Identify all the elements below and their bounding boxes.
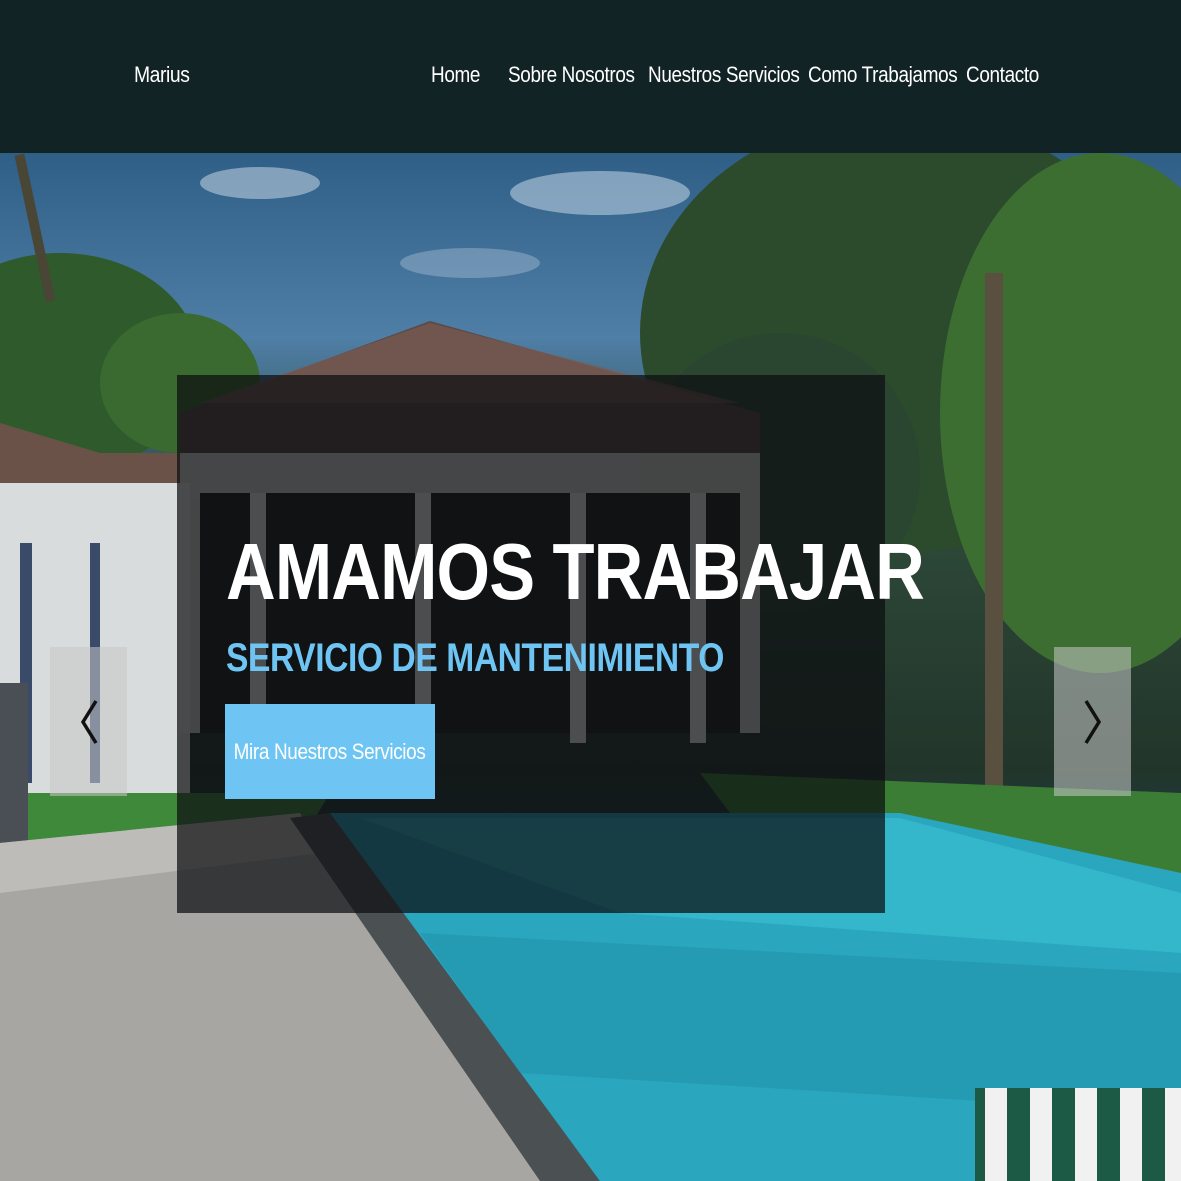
services-cta-button[interactable]: Mira Nuestros Servicios bbox=[225, 704, 435, 799]
nav-link-sobre-nosotros[interactable]: Sobre Nosotros bbox=[508, 62, 635, 88]
nav-link-contacto[interactable]: Contacto bbox=[966, 62, 1039, 88]
nav-link-como-trabajamos[interactable]: Como Trabajamos bbox=[808, 62, 958, 88]
carousel-next-button[interactable] bbox=[1054, 647, 1131, 796]
services-cta-label: Mira Nuestros Servicios bbox=[234, 738, 426, 764]
hero-subtitle: SERVICIO DE MANTENIMIENTO bbox=[226, 636, 724, 681]
nav-link-nuestros-servicios[interactable]: Nuestros Servicios bbox=[648, 62, 800, 88]
chevron-right-icon bbox=[1084, 699, 1101, 744]
chevron-left-icon bbox=[80, 699, 97, 744]
hero-title: AMAMOS TRABAJAR bbox=[226, 526, 925, 616]
navbar: Marius Home Sobre Nosotros Nuestros Serv… bbox=[0, 0, 1181, 153]
nav-link-home[interactable]: Home bbox=[431, 62, 480, 88]
carousel-prev-button[interactable] bbox=[50, 647, 127, 796]
nav-menu: Home Sobre Nosotros Nuestros Servicios C… bbox=[0, 62, 1181, 92]
hero-carousel: AMAMOS TRABAJAR SERVICIO DE MANTENIMIENT… bbox=[0, 153, 1181, 1181]
